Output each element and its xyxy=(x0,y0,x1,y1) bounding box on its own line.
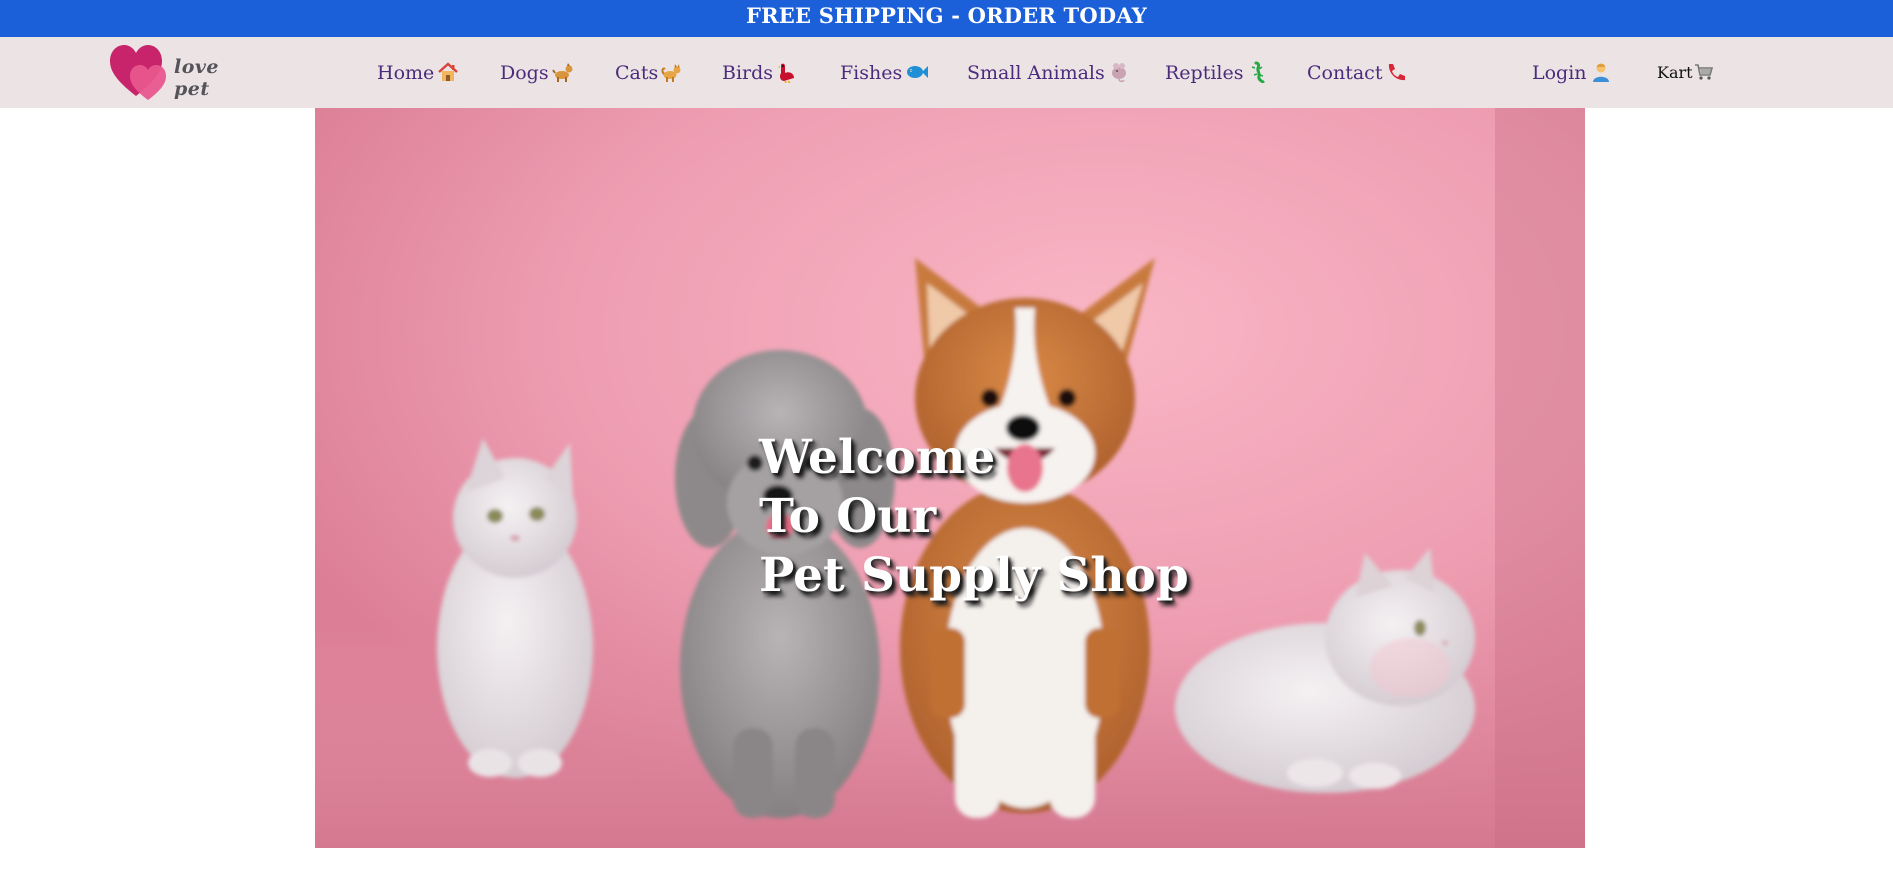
bird-icon xyxy=(776,61,798,83)
nav-cats[interactable]: Cats xyxy=(615,61,683,85)
nav-fishes[interactable]: Fishes xyxy=(840,61,929,85)
cart-label: Kart xyxy=(1657,63,1693,82)
nav-reptiles-label: Reptiles xyxy=(1165,62,1244,84)
hero-line-1: Welcome xyxy=(759,430,996,485)
person-icon xyxy=(1590,61,1612,83)
nav-cats-label: Cats xyxy=(615,62,659,84)
rat-icon xyxy=(1108,61,1130,83)
hero-heading: Welcome To Our Pet Supply Shop xyxy=(759,428,1189,605)
hero-banner: Welcome To Our Pet Supply Shop xyxy=(315,108,1585,848)
hero-line-2: To Our xyxy=(759,489,937,544)
lizard-icon xyxy=(1247,61,1269,83)
fish-icon xyxy=(905,61,929,83)
nav-contact[interactable]: Contact xyxy=(1307,61,1407,85)
hero-line-3: Pet Supply Shop xyxy=(759,548,1189,603)
nav-login[interactable]: Login xyxy=(1532,61,1612,85)
shipping-banner-text: FREE SHIPPING - ORDER TODAY xyxy=(746,3,1147,28)
telephone-icon xyxy=(1385,61,1407,83)
nav-birds-label: Birds xyxy=(722,62,774,84)
nav-home-label: Home xyxy=(377,62,435,84)
navbar: love pet Home Dogs Cats Birds Fishes Sma… xyxy=(0,37,1893,108)
shipping-banner: FREE SHIPPING - ORDER TODAY xyxy=(0,0,1893,37)
nav-small-animals[interactable]: Small Animals xyxy=(967,61,1130,85)
nav-birds[interactable]: Birds xyxy=(722,61,798,85)
cart-button[interactable]: Kart xyxy=(1657,62,1714,84)
logo[interactable]: love pet xyxy=(108,40,248,102)
nav-dogs[interactable]: Dogs xyxy=(500,61,574,85)
nav-login-label: Login xyxy=(1532,62,1587,84)
nav-dogs-label: Dogs xyxy=(500,62,549,84)
nav-small-animals-label: Small Animals xyxy=(967,62,1105,84)
nav-reptiles[interactable]: Reptiles xyxy=(1165,61,1269,85)
nav-contact-label: Contact xyxy=(1307,62,1383,84)
nav-fishes-label: Fishes xyxy=(840,62,903,84)
dog-icon xyxy=(551,61,574,83)
nav-home[interactable]: Home xyxy=(377,61,459,85)
double-heart-icon xyxy=(110,45,166,100)
shopping-cart-icon xyxy=(1694,63,1714,81)
cat-icon xyxy=(661,61,683,83)
logo-text: love pet xyxy=(174,56,220,100)
house-icon xyxy=(437,61,459,83)
